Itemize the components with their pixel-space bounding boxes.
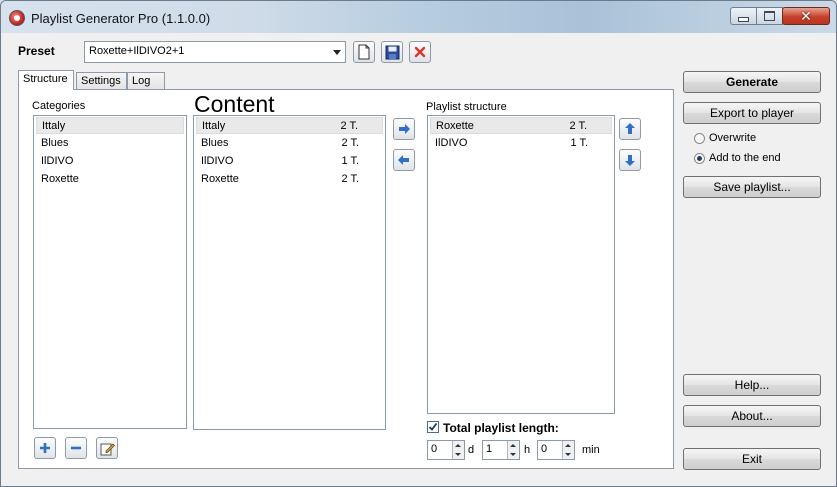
item-name: IlDIVO <box>435 137 468 149</box>
item-name: Roxette <box>201 173 239 185</box>
generate-button[interactable]: Generate <box>683 71 821 93</box>
tab-structure[interactable]: Structure <box>18 70 74 90</box>
maximize-icon <box>764 11 775 21</box>
list-item[interactable]: IlDIVO 1 T. <box>196 153 383 170</box>
content-list[interactable]: Ittaly 2 T. Blues 2 T. IlDIVO 1 T. Roxette 2… <box>193 115 386 430</box>
client-area: Preset Roxette+IlDIVO2+1 Structure Setti… <box>8 33 830 481</box>
item-name: Roxette <box>436 120 474 132</box>
list-item[interactable]: Roxette 2 T. <box>196 171 383 188</box>
add-to-playlist-button[interactable] <box>393 118 415 140</box>
title-bar[interactable]: Playlist Generator Pro (1.1.0.0) ✕ <box>1 1 836 33</box>
add-to-end-label: Add to the end <box>709 152 781 164</box>
list-item[interactable]: Ittaly 2 T. <box>196 117 383 134</box>
item-count: 2 T. <box>569 120 587 132</box>
close-window-button[interactable]: ✕ <box>782 7 830 25</box>
plus-icon <box>40 443 50 453</box>
list-item[interactable]: Blues 2 T. <box>196 135 383 152</box>
list-item[interactable]: IlDIVO <box>36 153 184 170</box>
overwrite-label: Overwrite <box>709 132 757 144</box>
new-preset-button[interactable] <box>353 41 375 63</box>
edit-pencil-icon <box>100 443 115 455</box>
item-name: Ittaly <box>202 120 226 132</box>
arrow-left-icon <box>398 155 409 165</box>
item-count: 2 T. <box>340 120 358 132</box>
hours-stepper[interactable]: 1 <box>482 440 520 460</box>
total-length-checkbox[interactable] <box>427 421 439 433</box>
overwrite-radio[interactable] <box>694 133 705 144</box>
tab-log[interactable]: Log <box>127 72 165 90</box>
item-count: 2 T. <box>341 173 359 185</box>
save-preset-button[interactable] <box>381 41 403 63</box>
item-count: 1 T. <box>570 137 588 149</box>
item-count: 1 T. <box>341 155 359 167</box>
minimize-button[interactable] <box>730 7 757 25</box>
add-category-button[interactable] <box>34 437 56 459</box>
window-title: Playlist Generator Pro (1.1.0.0) <box>31 11 211 26</box>
list-item[interactable]: IlDIVO 1 T. <box>430 135 612 152</box>
playlist-structure-list[interactable]: Roxette 2 T. IlDIVO 1 T. <box>427 115 615 414</box>
item-name: Blues <box>201 137 229 149</box>
hours-unit: h <box>524 444 531 456</box>
days-unit: d <box>468 444 475 456</box>
delete-preset-button[interactable] <box>409 41 431 63</box>
save-playlist-button[interactable]: Save playlist... <box>683 176 821 198</box>
new-document-icon <box>358 44 370 60</box>
arrow-down-icon <box>625 155 635 166</box>
help-button[interactable]: Help... <box>683 374 821 396</box>
stepper-arrows-icon[interactable] <box>452 441 464 459</box>
minus-icon <box>71 446 81 450</box>
app-window: Playlist Generator Pro (1.1.0.0) ✕ Prese… <box>0 0 837 487</box>
minutes-value: 0 <box>541 443 548 455</box>
close-icon: ✕ <box>800 8 812 24</box>
remove-from-playlist-button[interactable] <box>393 149 415 171</box>
remove-category-button[interactable] <box>65 437 87 459</box>
list-item[interactable]: Roxette 2 T. <box>430 117 612 134</box>
days-stepper[interactable]: 0 <box>427 440 465 460</box>
add-to-end-radio[interactable] <box>694 153 705 164</box>
item-name: IlDIVO <box>201 155 234 167</box>
categories-label: Categories <box>32 100 86 112</box>
list-item[interactable]: Ittaly <box>36 117 184 134</box>
export-to-player-button[interactable]: Export to player <box>683 102 821 124</box>
preset-dropdown[interactable]: Roxette+IlDIVO2+1 <box>84 41 346 63</box>
edit-category-button[interactable] <box>96 437 118 459</box>
playlist-structure-label: Playlist structure <box>426 101 507 113</box>
move-up-button[interactable] <box>619 118 641 140</box>
minutes-unit: min <box>582 444 600 456</box>
app-icon <box>9 10 25 26</box>
chevron-down-icon <box>333 50 341 55</box>
tab-settings[interactable]: Settings <box>76 72 127 90</box>
days-value: 0 <box>431 443 438 455</box>
list-item[interactable]: Blues <box>36 135 184 152</box>
move-down-button[interactable] <box>619 149 641 171</box>
arrow-right-icon <box>399 124 410 134</box>
minutes-stepper[interactable]: 0 <box>537 440 575 460</box>
preset-value: Roxette+IlDIVO2+1 <box>89 45 185 57</box>
exit-button[interactable]: Exit <box>683 448 821 470</box>
list-item[interactable]: Roxette <box>36 171 184 188</box>
hours-value: 1 <box>486 443 493 455</box>
arrow-up-icon <box>625 123 635 134</box>
floppy-disk-icon <box>385 45 399 59</box>
total-length-label: Total playlist length: <box>443 421 559 435</box>
item-count: 2 T. <box>341 137 359 149</box>
checkmark-icon <box>428 422 438 431</box>
about-button[interactable]: About... <box>683 405 821 427</box>
maximize-button[interactable] <box>756 7 783 25</box>
content-heading: Content <box>194 91 275 117</box>
stepper-arrows-icon[interactable] <box>507 441 519 459</box>
delete-x-icon <box>414 46 426 58</box>
stepper-arrows-icon[interactable] <box>562 441 574 459</box>
categories-list[interactable]: Ittaly Blues IlDIVO Roxette <box>33 115 187 429</box>
minimize-icon <box>738 16 749 22</box>
preset-label: Preset <box>18 44 55 58</box>
